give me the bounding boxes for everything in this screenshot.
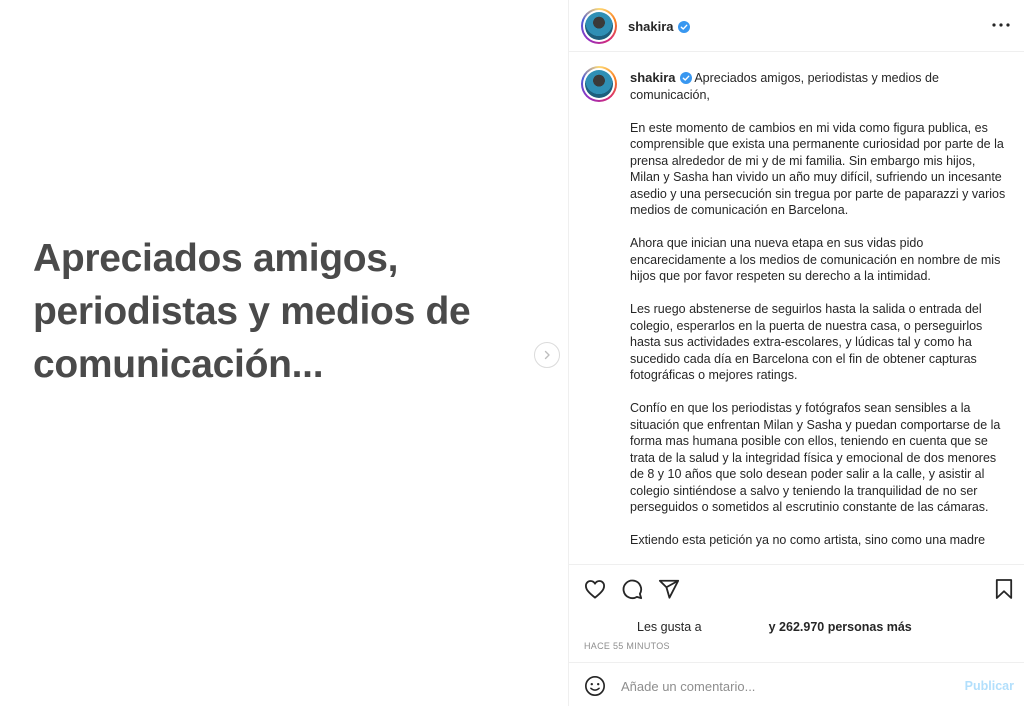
comment-input[interactable]	[621, 675, 951, 697]
action-bar: Les gusta a y 262.970 personas más HACE …	[569, 564, 1024, 662]
caption-paragraph: En este momento de cambios en mi vida co…	[630, 120, 1006, 218]
caption-paragraph: Ahora que inician una nueva etapa en sus…	[630, 236, 1001, 283]
verified-badge-icon	[679, 72, 692, 84]
post-timestamp[interactable]: HACE 55 MINUTOS	[584, 641, 670, 651]
emoji-icon	[585, 676, 605, 696]
likes-prefix: Les gusta a	[637, 620, 702, 634]
likes-summary[interactable]: Les gusta a y 262.970 personas más	[637, 620, 912, 634]
more-options-button[interactable]	[991, 18, 1011, 30]
next-slide-button[interactable]	[534, 342, 560, 368]
slide-text-line: Apreciados amigos,	[33, 237, 399, 280]
comment-bar: Publicar	[569, 662, 1024, 706]
share-icon	[658, 579, 680, 599]
save-button[interactable]	[991, 576, 1017, 602]
caption-intro-text: Apreciados amigos, periodistas y medios …	[630, 71, 939, 102]
post-panel: shakira shakira Apreciados amigos, perio…	[568, 0, 1024, 706]
caption-intro: shakira Apreciados amigos, periodistas y…	[630, 70, 1006, 103]
caption-username[interactable]: shakira	[630, 70, 676, 85]
comment-button[interactable]	[619, 576, 645, 602]
publish-button[interactable]: Publicar	[965, 679, 1014, 693]
slide-text: Apreciados amigos, periodistas y medios …	[33, 232, 533, 391]
more-options-icon	[992, 23, 1010, 27]
slide-text-line: comunicación...	[33, 343, 324, 386]
slide-text-line: periodistas y medios de	[33, 290, 471, 333]
share-button[interactable]	[656, 576, 682, 602]
comment-icon	[622, 579, 643, 600]
post-media[interactable]: Apreciados amigos, periodistas y medios …	[0, 0, 568, 706]
likes-count[interactable]: y 262.970 personas más	[769, 620, 912, 634]
like-button[interactable]	[582, 576, 608, 602]
chevron-right-icon	[544, 350, 550, 360]
header-username[interactable]: shakira	[628, 19, 674, 34]
caption-body: shakira Apreciados amigos, periodistas y…	[630, 70, 1006, 564]
caption-paragraph: Extiendo esta petición ya no como artist…	[630, 533, 986, 547]
bookmark-icon	[995, 579, 1013, 599]
heart-icon	[585, 580, 605, 599]
avatar[interactable]	[581, 8, 617, 44]
caption-avatar[interactable]	[581, 66, 617, 102]
post-header: shakira	[569, 0, 1024, 52]
verified-badge-icon	[677, 21, 690, 33]
emoji-button[interactable]	[582, 673, 608, 699]
caption-paragraph: Les ruego abstenerse de seguirlos hasta …	[630, 302, 983, 382]
header-user: shakira	[628, 18, 690, 36]
caption-paragraph: Confío en que los periodistas y fotógraf…	[630, 401, 1001, 514]
caption-area[interactable]: shakira Apreciados amigos, periodistas y…	[569, 53, 1024, 564]
